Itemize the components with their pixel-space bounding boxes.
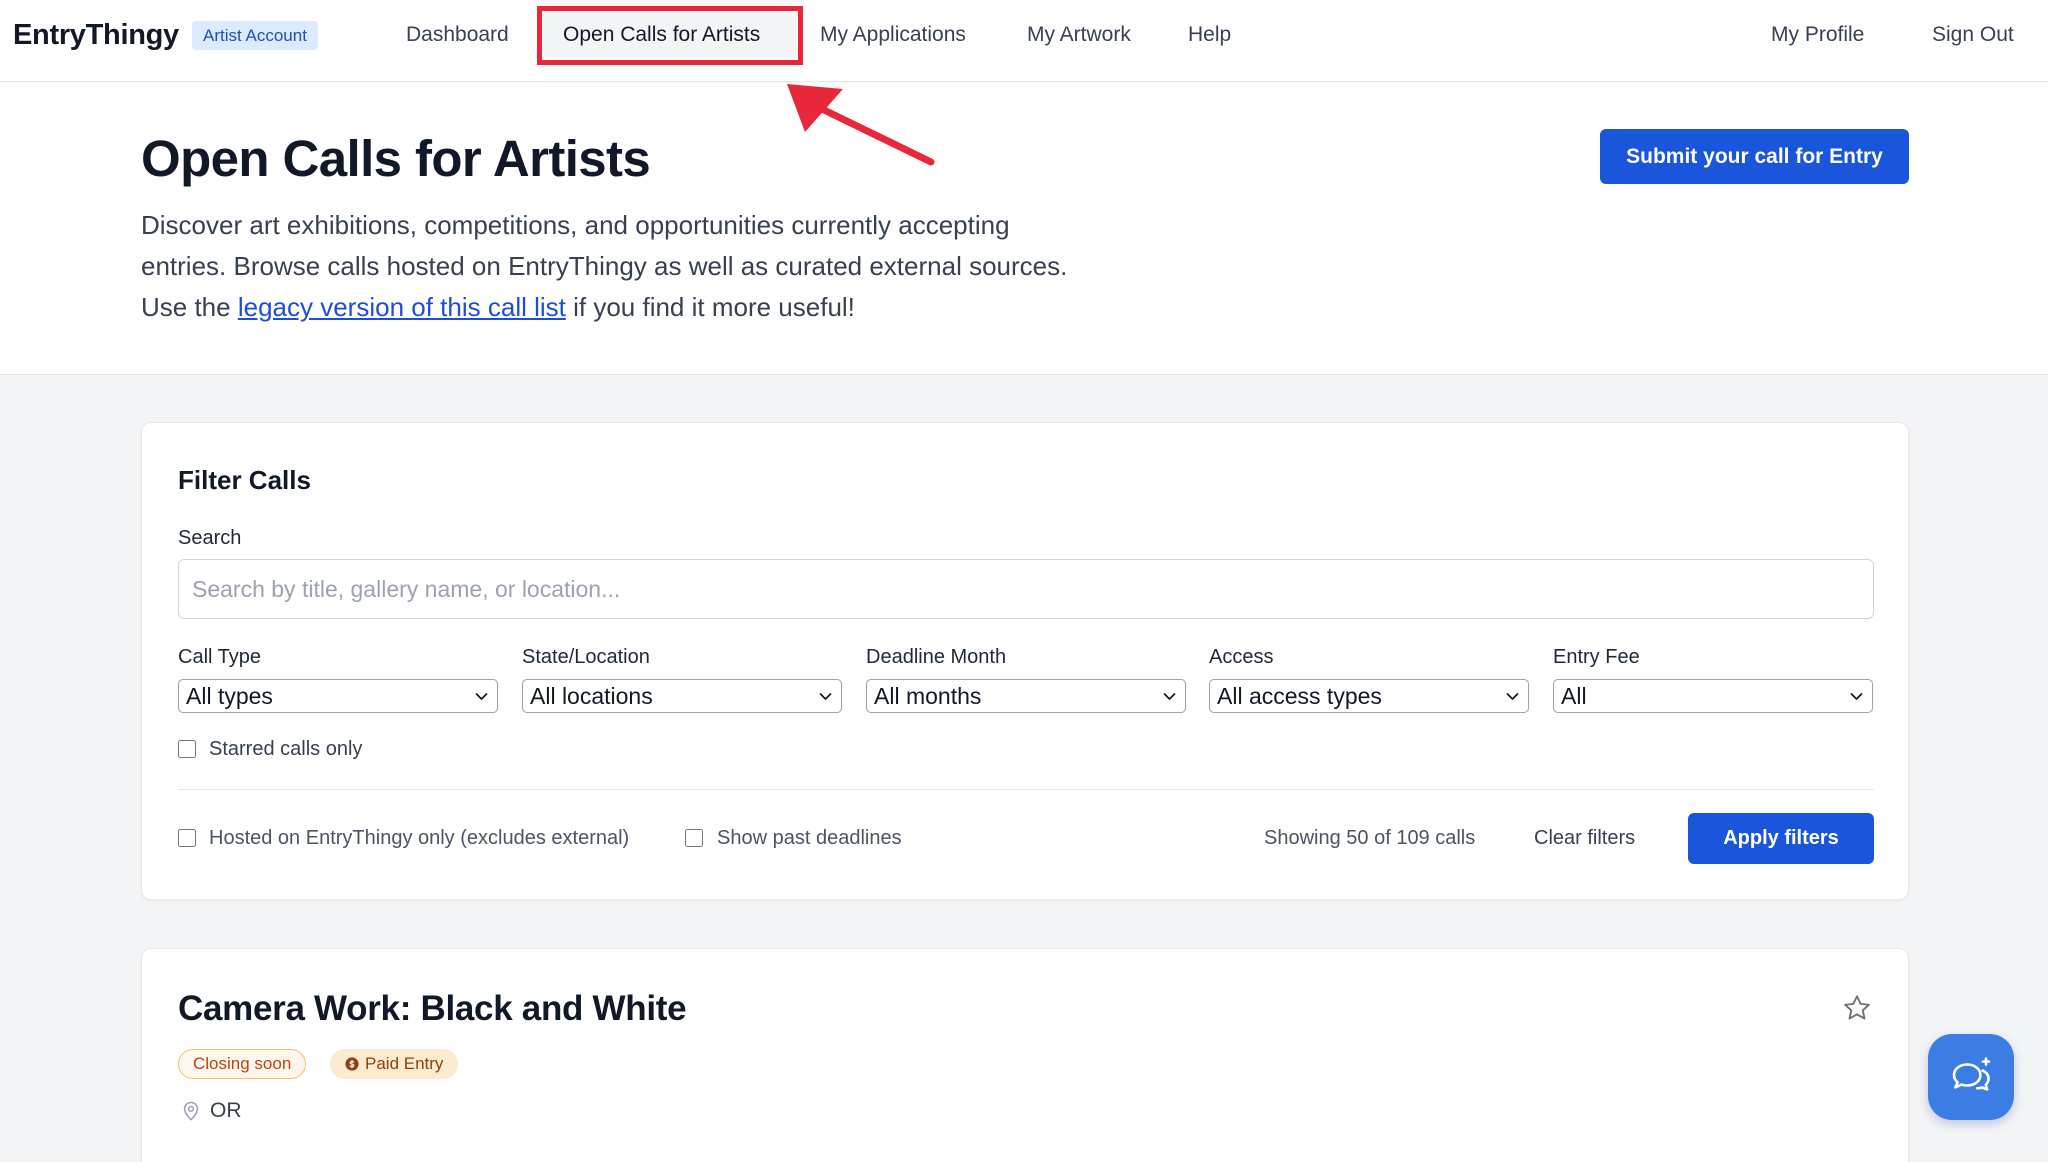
closing-soon-badge: Closing soon	[178, 1049, 307, 1079]
nav-help[interactable]: Help	[1188, 21, 1231, 49]
brand-logo[interactable]: EntryThingy	[13, 17, 179, 53]
legacy-note: Use the legacy version of this call list…	[141, 287, 1067, 328]
annotation-highlight-box	[537, 6, 803, 65]
select-value: All types	[186, 683, 273, 709]
show-past-deadlines-label[interactable]: Show past deadlines	[717, 826, 902, 850]
access-select[interactable]: All access types	[1209, 679, 1529, 713]
chat-support-button[interactable]	[1928, 1034, 2014, 1120]
call-type-select[interactable]: All types	[178, 679, 498, 713]
entry-fee-select[interactable]: All	[1553, 679, 1873, 713]
select-value: All months	[874, 683, 982, 709]
page-description: Discover art exhibitions, competitions, …	[141, 205, 1067, 328]
legacy-prefix: Use the	[141, 292, 231, 322]
call-card: Camera Work: Black and White Closing soo…	[141, 948, 1909, 1162]
show-past-deadlines-checkbox[interactable]	[685, 829, 703, 847]
chevron-down-icon	[1506, 693, 1519, 700]
results-count: Showing 50 of 109 calls	[1264, 827, 1476, 849]
currency-icon	[345, 1057, 359, 1071]
submit-call-button[interactable]: Submit your call for Entry	[1600, 129, 1909, 184]
search-input[interactable]	[178, 559, 1874, 619]
starred-only-label[interactable]: Starred calls only	[209, 737, 362, 761]
chevron-down-icon	[1163, 693, 1176, 700]
divider	[178, 789, 1874, 790]
paid-entry-badge: Paid Entry	[330, 1049, 459, 1079]
filter-panel: Filter Calls Search Call Type All types …	[141, 422, 1909, 900]
badge-label: Closing soon	[193, 1054, 292, 1073]
deadline-month-label: Deadline Month	[866, 646, 1007, 668]
hosted-only-checkbox[interactable]	[178, 829, 196, 847]
description-line: entries. Browse calls hosted on EntryThi…	[141, 251, 1068, 281]
chevron-down-icon	[1850, 693, 1863, 700]
deadline-month-select[interactable]: All months	[866, 679, 1186, 713]
search-label: Search	[178, 527, 242, 549]
nav-my-applications[interactable]: My Applications	[820, 21, 966, 49]
access-label: Access	[1209, 646, 1274, 668]
call-title[interactable]: Camera Work: Black and White	[178, 989, 687, 1029]
call-location: OR	[210, 1099, 242, 1122]
chevron-down-icon	[475, 693, 488, 700]
call-type-label: Call Type	[178, 646, 262, 668]
map-pin-icon	[183, 1101, 199, 1121]
starred-only-checkbox[interactable]	[178, 740, 196, 758]
badge-label: Paid Entry	[365, 1054, 444, 1073]
top-navigation: EntryThingy Artist Account Dashboard Ope…	[0, 0, 2048, 82]
star-outline-icon[interactable]	[1842, 993, 1872, 1023]
nav-dashboard[interactable]: Dashboard	[406, 21, 509, 49]
clear-filters-button[interactable]: Clear filters	[1534, 826, 1635, 850]
page-header: Open Calls for Artists Discover art exhi…	[0, 82, 2048, 375]
filter-heading: Filter Calls	[178, 465, 311, 495]
apply-filters-button[interactable]: Apply filters	[1688, 813, 1874, 864]
select-value: All access types	[1217, 683, 1382, 709]
entry-fee-label: Entry Fee	[1553, 646, 1640, 668]
nav-my-artwork[interactable]: My Artwork	[1027, 21, 1131, 49]
hosted-only-label[interactable]: Hosted on EntryThingy only (excludes ext…	[209, 826, 629, 850]
nav-sign-out[interactable]: Sign Out	[1932, 21, 2014, 49]
page-title: Open Calls for Artists	[141, 130, 651, 187]
legacy-suffix: if you find it more useful!	[573, 292, 855, 322]
select-value: All locations	[530, 683, 653, 709]
chevron-down-icon	[819, 693, 832, 700]
legacy-list-link[interactable]: legacy version of this call list	[238, 292, 566, 322]
select-value: All	[1561, 683, 1587, 709]
description-line: Discover art exhibitions, competitions, …	[141, 210, 1010, 240]
nav-my-profile[interactable]: My Profile	[1771, 21, 1864, 49]
state-location-select[interactable]: All locations	[522, 679, 842, 713]
state-location-label: State/Location	[522, 646, 650, 668]
account-type-badge: Artist Account	[192, 21, 318, 50]
chat-bubbles-icon	[1952, 1057, 1991, 1091]
